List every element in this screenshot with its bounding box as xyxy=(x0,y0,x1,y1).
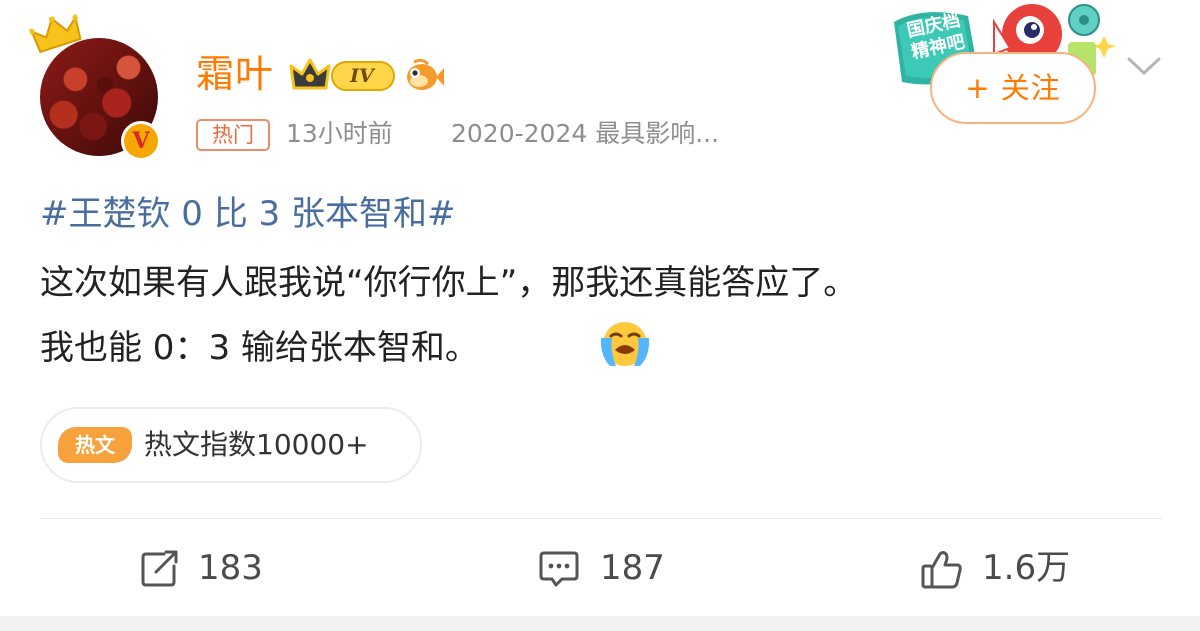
follow-button[interactable]: + 关注 xyxy=(930,52,1096,124)
hot-tag: 热门 xyxy=(196,119,270,151)
post-source[interactable]: 2020-2024 最具影响... xyxy=(451,116,719,152)
comment-icon xyxy=(539,551,579,587)
repost-icon xyxy=(141,550,178,587)
post-text-line-2: 我也能 0：3 输给张本智和。 xyxy=(40,328,479,368)
hot-article-badge: 热文 xyxy=(58,427,132,463)
comment-count: 187 xyxy=(600,548,665,588)
verified-v-icon: V xyxy=(121,121,161,161)
repost-count: 183 xyxy=(198,548,263,588)
weibo-post-card: V 霜叶 IV 热门 13小时前 2020-2024 最具影响... 国庆档 精… xyxy=(0,0,1200,616)
chevron-down-icon[interactable] xyxy=(1126,56,1162,76)
divider xyxy=(40,518,1162,519)
level-label: IV xyxy=(350,65,374,87)
hot-index-text[interactable]: 热文指数10000+ xyxy=(144,424,369,466)
like-count: 1.6万 xyxy=(982,548,1071,588)
like-button[interactable]: 1.6万 xyxy=(920,540,1100,596)
repost-button[interactable]: 183 xyxy=(140,540,280,596)
post-hashtag[interactable]: #王楚钦 0 比 3 张本智和# xyxy=(40,190,455,238)
post-text-line-1: 这次如果有人跟我说“你行你上”，那我还真能答应了。 xyxy=(40,263,858,303)
bottom-strip xyxy=(0,616,1200,631)
comment-button[interactable]: 187 xyxy=(538,540,678,596)
thumbs-up-icon xyxy=(921,551,962,589)
crying-emoji-icon xyxy=(600,322,650,366)
fish-icon xyxy=(407,58,444,90)
author-name[interactable]: 霜叶 xyxy=(196,49,274,99)
post-time: 13小时前 xyxy=(286,119,393,148)
